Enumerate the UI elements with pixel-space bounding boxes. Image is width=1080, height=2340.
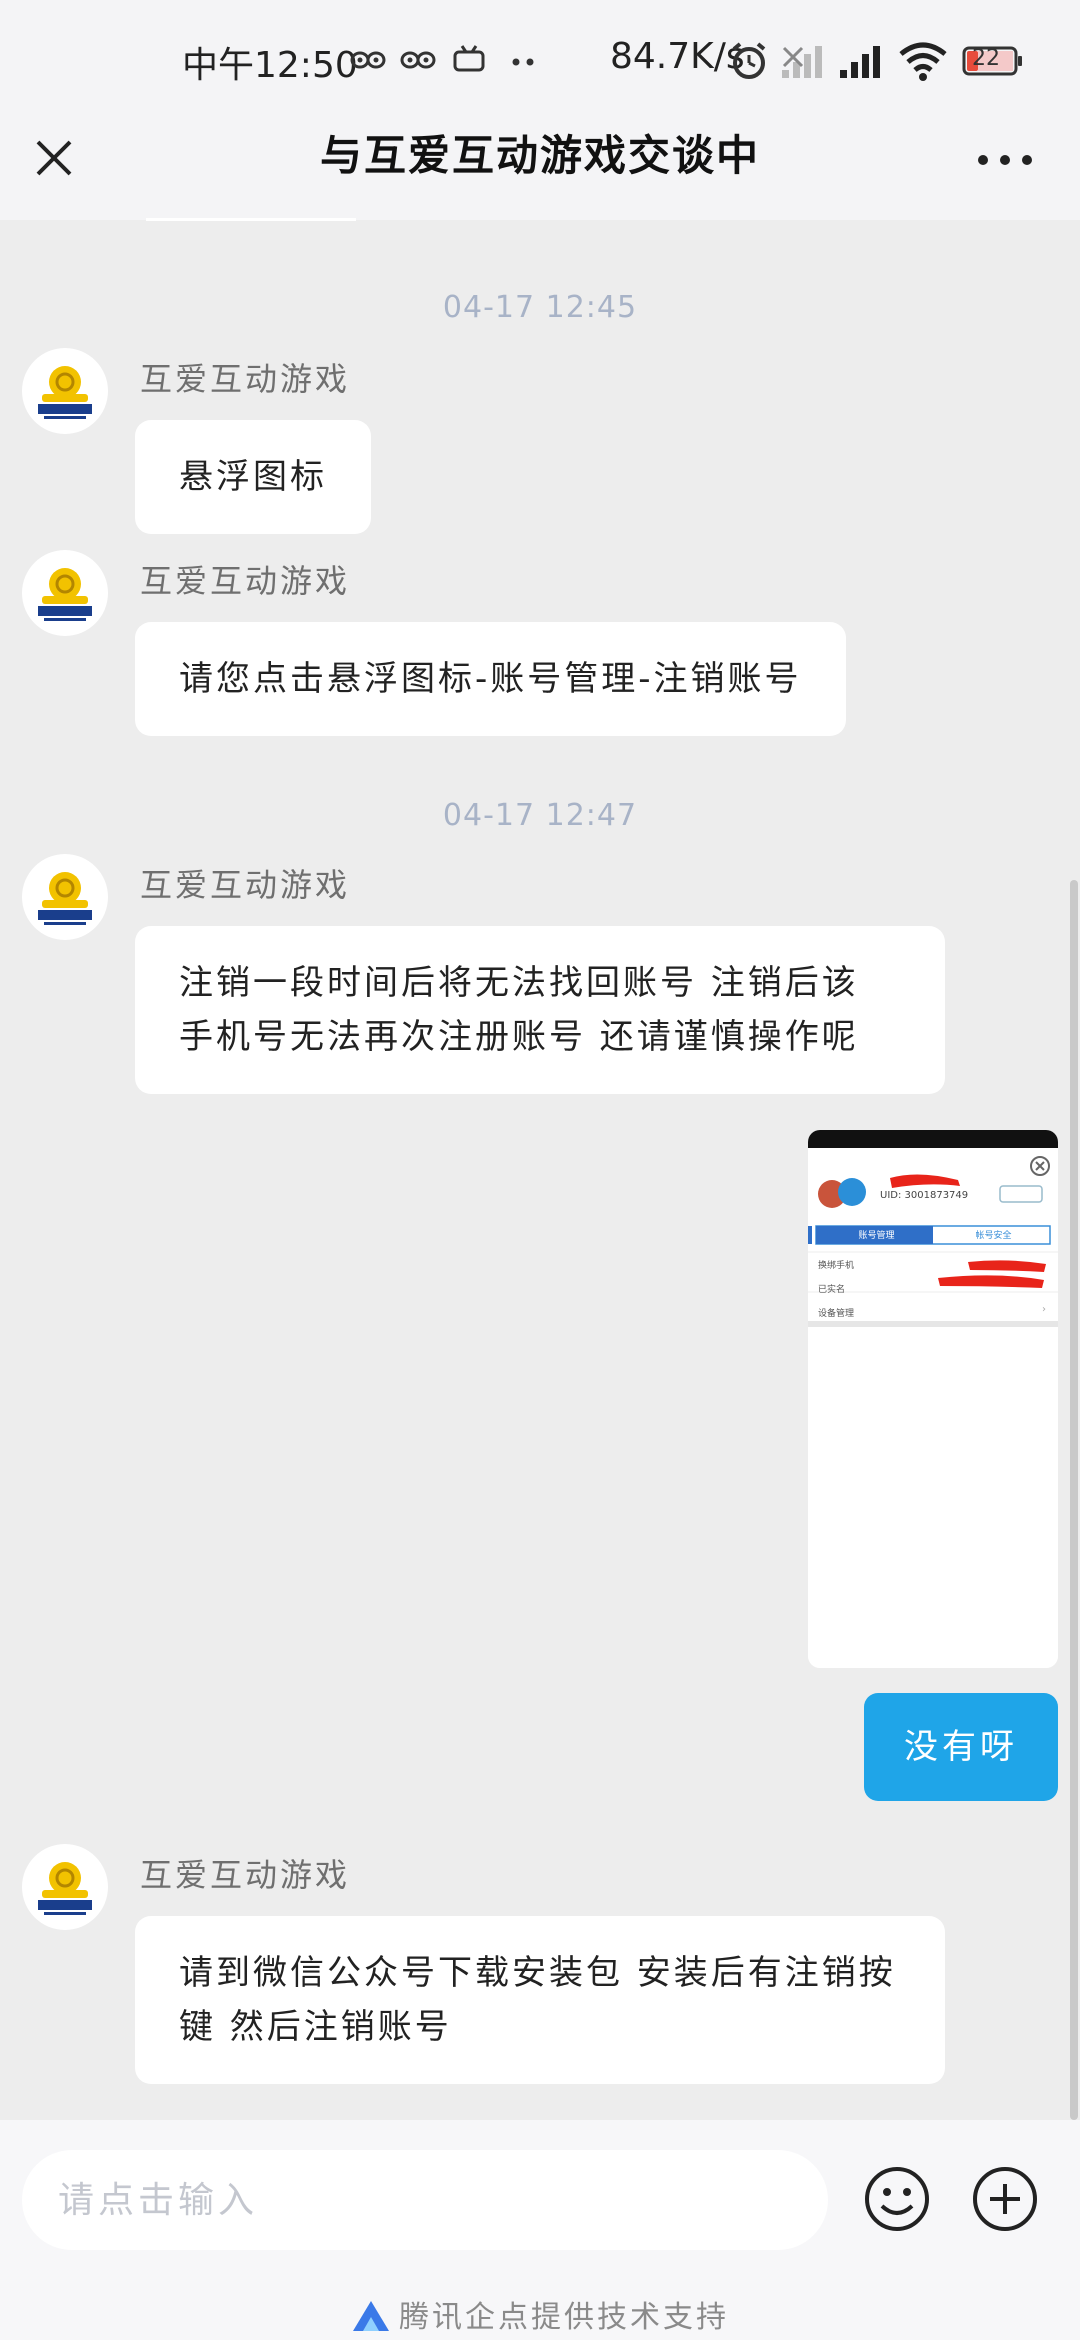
company-logo-icon	[38, 366, 92, 419]
message-bubble[interactable]: 悬浮图标	[135, 420, 371, 534]
sender-name: 互爱互动游戏	[140, 866, 351, 904]
message-bubble[interactable]: 注销一段时间后将无法找回账号 注销后该 手机号无法再次注册账号 还请谨慎操作呢	[135, 926, 945, 1094]
image-row-devices: 设备管理	[818, 1309, 855, 1319]
message-text: 请到微信公众号下载安装包 安装后有注销按	[179, 1953, 896, 1993]
more-dots-icon	[510, 44, 536, 81]
image-tab-security: 帐号安全	[975, 1231, 1012, 1241]
screenshot-image: ›	[808, 1130, 1058, 1668]
message-bubble[interactable]: 请到微信公众号下载安装包 安装后有注销按 键 然后注销账号	[135, 1916, 945, 2084]
message-bubble[interactable]: 请您点击悬浮图标-账号管理-注销账号	[135, 622, 846, 736]
signal-icon	[838, 40, 886, 86]
image-row-phone: 换绑手机	[818, 1261, 855, 1271]
message-text: 请您点击悬浮图标-账号管理-注销账号	[179, 659, 802, 699]
sender-name: 互爱互动游戏	[140, 1856, 351, 1894]
more-dots-icon	[978, 155, 1032, 165]
title-bar: 与互爱互动游戏交谈中	[0, 120, 1080, 220]
more-options-button[interactable]	[970, 126, 1040, 190]
message-text: 没有呀	[904, 1727, 1018, 1767]
image-uid-label: UID: 3001873749	[880, 1190, 969, 1201]
network-speed: 84.7K/s	[610, 36, 745, 77]
company-logo-icon	[38, 872, 92, 925]
message-text: 手机号无法再次注册账号 还请谨慎操作呢	[179, 1017, 859, 1057]
app-icon	[452, 44, 486, 81]
page-title: 与互爱互动游戏交谈中	[319, 131, 760, 180]
powered-by-footer: 腾讯企点提供技术支持	[0, 2292, 1080, 2336]
sender-name: 互爱互动游戏	[140, 360, 351, 398]
scrollbar[interactable]	[1070, 880, 1078, 2120]
image-row-verified: 已实名	[818, 1285, 846, 1295]
bilibili-icon	[350, 44, 386, 81]
smiley-icon	[865, 2167, 929, 2231]
avatar[interactable]	[22, 550, 108, 636]
signal-off-icon	[780, 40, 828, 86]
avatar[interactable]	[22, 854, 108, 940]
input-bar: 腾讯企点提供技术支持	[0, 2120, 1080, 2340]
status-time: 中午12:50	[182, 45, 358, 86]
message-text: 注销一段时间后将无法找回账号 注销后该	[179, 963, 859, 1003]
chat-area[interactable]: 04-17 12:45 互爱互动游戏 悬浮图标 互爱互动游戏 请您点击悬浮图标-…	[0, 220, 1080, 2120]
emoji-button[interactable]	[862, 2164, 932, 2234]
qidian-logo-icon	[353, 2301, 389, 2331]
message-text: 键 然后注销账号	[179, 2007, 452, 2047]
sent-image[interactable]: › UID: 3001873749 账号管理 帐号安全 换绑手机 已实名 设备管…	[808, 1130, 1058, 1668]
status-bar: 中午12:50 84.7K/s 22	[0, 0, 1080, 120]
footer-text: 腾讯企点提供技术支持	[399, 2300, 729, 2335]
alarm-icon	[728, 40, 770, 86]
message-timestamp: 04-17 12:45	[442, 290, 638, 325]
battery-level: 22	[972, 46, 1000, 71]
bilibili-icon	[400, 44, 436, 81]
message-input[interactable]	[22, 2150, 828, 2250]
company-logo-icon	[38, 1862, 92, 1915]
message-text: 悬浮图标	[179, 457, 327, 497]
sender-name: 互爱互动游戏	[140, 562, 351, 600]
message-bubble-outgoing[interactable]: 没有呀	[864, 1693, 1058, 1801]
plus-icon	[973, 2167, 1037, 2231]
add-attachment-button[interactable]	[970, 2164, 1040, 2234]
avatar[interactable]	[22, 1844, 108, 1930]
avatar[interactable]	[22, 348, 108, 434]
svg-text:›: ›	[1042, 1304, 1046, 1315]
image-tab-account: 账号管理	[858, 1231, 895, 1241]
company-logo-icon	[38, 568, 92, 621]
message-timestamp: 04-17 12:47	[442, 798, 638, 833]
wifi-icon	[898, 40, 948, 86]
